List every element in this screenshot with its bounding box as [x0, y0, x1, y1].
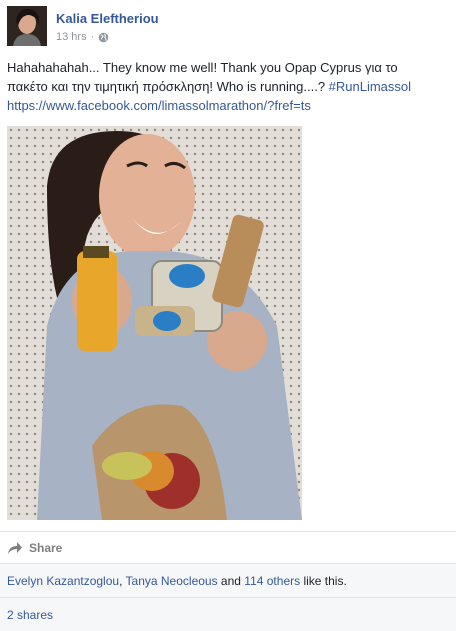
post-text-line-2-body: πακέτο και την τιμητική πρόσκληση! Who i…	[7, 79, 329, 94]
avatar-image	[7, 6, 47, 46]
share-label: Share	[29, 541, 63, 555]
post-text: Hahahahahah... They know me well! Thank …	[7, 58, 453, 115]
divider-top	[0, 531, 456, 532]
author-name[interactable]: Kalia Eleftheriou	[56, 11, 159, 26]
post-photo[interactable]	[7, 126, 302, 520]
post-text-line-2: πακέτο και την τιμητική πρόσκληση! Who i…	[7, 77, 453, 96]
share-arrow-icon	[8, 542, 22, 554]
share-button[interactable]: Share	[7, 539, 62, 557]
post-meta: 13 hrs ·	[56, 31, 109, 43]
author-avatar[interactable]	[7, 6, 47, 46]
shares-count-link[interactable]: 2 shares	[7, 608, 53, 622]
post-timestamp[interactable]: 13 hrs	[56, 31, 87, 43]
post-url-link[interactable]: https://www.facebook.com/limassolmaratho…	[7, 96, 453, 115]
liker-link-2[interactable]: Tanya Neocleous	[126, 574, 218, 588]
photo-image	[7, 126, 302, 520]
post-header: Kalia Eleftheriou 13 hrs ·	[7, 6, 447, 50]
likes-summary: Evelyn Kazantzoglou, Tanya Neocleous and…	[0, 563, 456, 597]
facebook-post: Kalia Eleftheriou 13 hrs · Hahahahahah..…	[0, 0, 456, 631]
likes-suffix: like this.	[300, 574, 347, 588]
shares-summary: 2 shares	[0, 597, 456, 631]
likes-text: Evelyn Kazantzoglou, Tanya Neocleous and…	[7, 574, 347, 588]
others-link[interactable]: 114 others	[244, 574, 300, 588]
hashtag-link[interactable]: #RunLimassol	[329, 79, 411, 94]
liker-link-1[interactable]: Evelyn Kazantzoglou	[7, 574, 119, 588]
post-text-line-1: Hahahahahah... They know me well! Thank …	[7, 60, 398, 75]
likes-and: and	[217, 574, 245, 588]
meta-separator: ·	[90, 31, 95, 43]
globe-icon[interactable]	[98, 32, 109, 43]
